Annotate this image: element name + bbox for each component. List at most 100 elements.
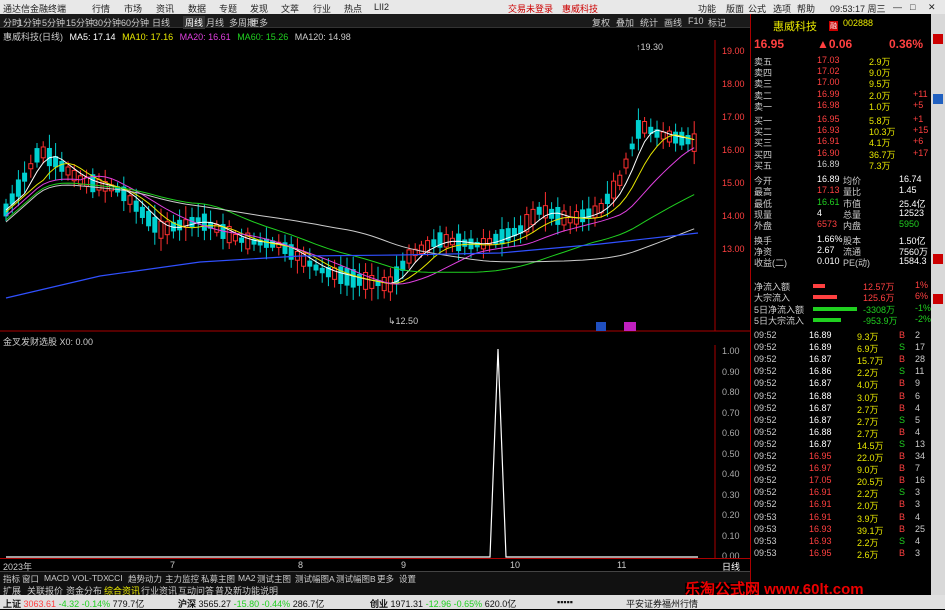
- toolbar-btn[interactable]: 复权: [592, 16, 610, 29]
- tick-price: 16.87: [809, 402, 832, 413]
- title-bar: 通达信金融终端 行情 市场 资讯 数据 专题 发现 文萃 行业 热点 LII2 …: [0, 0, 945, 14]
- candle-body: [127, 195, 133, 205]
- stat-row[interactable]: 外盘 6573 内盘 5950: [751, 219, 932, 231]
- period-tab[interactable]: 5分钟: [42, 16, 65, 29]
- candle-body: [617, 174, 623, 186]
- stat-row[interactable]: 收益(二) 0.010 PE(动) 1584.3: [751, 256, 932, 268]
- period-tab[interactable]: 60分钟: [121, 16, 149, 29]
- price-axis-tick: 13.00: [722, 244, 745, 254]
- period-toolbar: 分时 1分钟 5分钟 15分钟 30分钟 60分钟 日线 周线 月线 多周期 更…: [0, 14, 750, 29]
- indicator-tab[interactable]: MACD: [44, 573, 69, 583]
- stat-row[interactable]: 换手 1.66% 股本 1.50亿: [751, 234, 932, 246]
- flow-row[interactable]: 大宗流入 125.6万 6%: [751, 291, 932, 303]
- candle-body: [133, 200, 139, 212]
- period-tab[interactable]: 1分钟: [18, 16, 41, 29]
- candle-body: [400, 260, 406, 271]
- close-icon[interactable]: ✕: [928, 2, 936, 13]
- tick-row[interactable]: 09:52 16.88 3.0万 B 6: [751, 391, 932, 403]
- toolbar-btn[interactable]: 叠加: [616, 16, 634, 29]
- tick-row[interactable]: 09:52 17.05 20.5万 B 16: [751, 475, 932, 487]
- toolbar-btn[interactable]: F10: [688, 16, 704, 26]
- period-tab[interactable]: 月线: [206, 16, 224, 29]
- stat-row[interactable]: 最高 17.13 量比 1.45: [751, 185, 932, 197]
- tick-count: 4: [915, 511, 921, 522]
- index-hs300[interactable]: 沪深 3565.27 -15.80 -0.44% 286.7亿: [178, 597, 324, 610]
- tick-row[interactable]: 09:53 16.93 39.1万 B 25: [751, 524, 932, 536]
- tick-time: 09:53: [754, 535, 777, 546]
- ask-row[interactable]: 卖二 16.99 2.0万 +11: [751, 89, 932, 101]
- bid-row[interactable]: 买五 16.89 7.3万: [751, 159, 932, 171]
- tick-row[interactable]: 09:52 16.91 2.0万 B 3: [751, 499, 932, 511]
- indicator-axis-tick: 0.20: [722, 510, 740, 520]
- bid-row[interactable]: 买四 16.90 36.7万 +17: [751, 148, 932, 160]
- tick-row[interactable]: 09:52 16.87 14.5万 S 13: [751, 439, 932, 451]
- tick-row[interactable]: 09:52 16.87 2.7万 B 4: [751, 403, 932, 415]
- tick-row[interactable]: 09:52 16.87 4.0万 B 9: [751, 378, 932, 390]
- badge-fin-icon[interactable]: [596, 322, 606, 331]
- side-toolbar: [931, 14, 945, 595]
- period-tab[interactable]: 15分钟: [66, 16, 94, 29]
- tick-price: 16.88: [809, 426, 832, 437]
- tick-row[interactable]: 09:53 16.93 2.2万 S 4: [751, 536, 932, 548]
- candle-body: [431, 239, 437, 247]
- toolbar-btn[interactable]: 画线: [664, 16, 682, 29]
- period-tab[interactable]: 日线: [152, 16, 170, 29]
- candlestick-chart[interactable]: [0, 40, 750, 332]
- sidebar-icon[interactable]: [933, 34, 943, 44]
- tick-row[interactable]: 09:52 16.89 6.9万 S 17: [751, 342, 932, 354]
- tick-side: S: [899, 366, 906, 377]
- bid-row[interactable]: 买一 16.95 5.8万 +1: [751, 114, 932, 126]
- bid-row[interactable]: 买三 16.91 4.1万 +6: [751, 136, 932, 148]
- candle-body: [443, 234, 449, 248]
- badge-event-icon[interactable]: [624, 322, 636, 331]
- tick-row[interactable]: 09:52 16.89 9.3万 B 2: [751, 330, 932, 342]
- indicator-tab[interactable]: VOL-TDX: [72, 573, 109, 583]
- minimize-icon[interactable]: —: [893, 2, 902, 12]
- tick-row[interactable]: 09:52 16.87 2.7万 S 5: [751, 415, 932, 427]
- tick-row[interactable]: 09:53 16.91 3.9万 B 4: [751, 512, 932, 524]
- flow-row[interactable]: 净流入额 12.57万 1%: [751, 280, 932, 292]
- maximize-icon[interactable]: □: [910, 2, 915, 12]
- ask-row[interactable]: 卖四 17.02 9.0万: [751, 66, 932, 78]
- tick-row[interactable]: 09:52 16.87 15.7万 B 28: [751, 354, 932, 366]
- toolbar-btn[interactable]: 统计: [640, 16, 658, 29]
- toolbar-btn[interactable]: 标记: [708, 16, 726, 29]
- stat-row[interactable]: 今开 16.89 均价 16.74: [751, 174, 932, 186]
- tick-row[interactable]: 09:52 16.88 2.7万 B 4: [751, 427, 932, 439]
- tick-volume: 2.0万: [857, 501, 879, 512]
- tick-side: B: [899, 547, 906, 558]
- index-shanghai[interactable]: 上证 3063.61 -4.32 -0.14% 779.7亿: [3, 597, 144, 610]
- tick-row[interactable]: 09:52 16.97 9.0万 B 7: [751, 463, 932, 475]
- bid-row[interactable]: 买二 16.93 10.3万 +15: [751, 125, 932, 137]
- tick-volume: 9.0万: [857, 465, 879, 476]
- bid-volume: 7.3万: [869, 160, 891, 171]
- sidebar-icon[interactable]: [933, 94, 943, 104]
- flow-row[interactable]: 5日大宗流入 -953.9万 -2%: [751, 314, 932, 326]
- index-chinext[interactable]: 创业 1971.31 -12.96 -0.65% 620.0亿: [370, 597, 516, 610]
- sidebar-icon[interactable]: [933, 254, 943, 264]
- menu-l2[interactable]: LII2: [374, 2, 389, 12]
- stat-row[interactable]: 现量 4 总量 12523: [751, 208, 932, 220]
- indicator-tab[interactable]: CCI: [108, 573, 123, 583]
- ask-price: 17.02: [817, 66, 840, 77]
- tick-row[interactable]: 09:53 16.95 2.6万 B 3: [751, 548, 932, 560]
- bid-price: 16.93: [817, 125, 840, 136]
- ask-price: 17.03: [817, 55, 840, 65]
- tick-row[interactable]: 09:52 16.91 2.2万 S 3: [751, 487, 932, 499]
- period-tab[interactable]: 30分钟: [93, 16, 121, 29]
- tick-row[interactable]: 09:52 16.86 2.2万 S 11: [751, 366, 932, 378]
- stat-row[interactable]: 最低 16.61 市值 25.4亿: [751, 197, 932, 209]
- stat-value: 12523: [899, 207, 925, 218]
- period-tab-day[interactable]: 周线: [183, 16, 206, 29]
- sidebar-icon[interactable]: [933, 294, 943, 304]
- stat-value: 16.89: [817, 174, 840, 184]
- ask-row[interactable]: 卖三 17.00 9.5万: [751, 77, 932, 89]
- ask-row[interactable]: 卖五 17.03 2.9万: [751, 55, 932, 67]
- period-tab[interactable]: 更多: [250, 16, 268, 29]
- indicator-chart[interactable]: [0, 345, 750, 558]
- indicator-tab[interactable]: MA2: [238, 573, 255, 583]
- tick-row[interactable]: 09:52 16.95 22.0万 B 34: [751, 451, 932, 463]
- tick-time: 09:52: [754, 451, 777, 461]
- stat-row[interactable]: 净资 2.67 流通 7560万: [751, 245, 932, 257]
- ask-row[interactable]: 卖一 16.98 1.0万 +5: [751, 100, 932, 112]
